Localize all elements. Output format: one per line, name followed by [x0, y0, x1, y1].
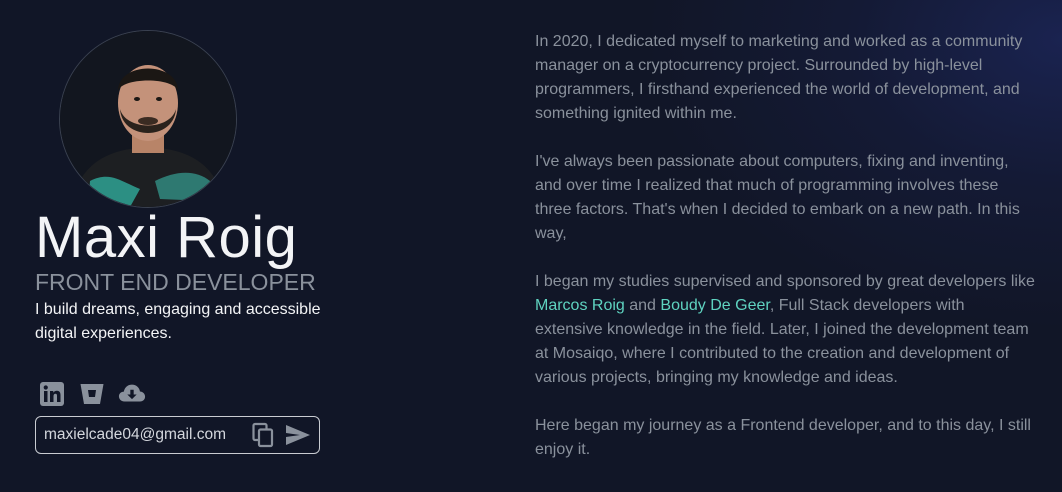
about-paragraph-1: In 2020, I dedicated myself to marketing… [535, 33, 1023, 122]
profile-tagline: I build dreams, engaging and accessible … [35, 301, 321, 342]
about-paragraph-3: I began my studies supervised and sponso… [535, 270, 1035, 390]
link-marcos-roig[interactable]: Marcos Roig [535, 297, 625, 314]
avatar [59, 30, 237, 208]
profile-panel: Maxi Roig FRONT END DEVELOPER I build dr… [35, 0, 455, 492]
email-field[interactable]: maxielcade04@gmail.com [35, 416, 320, 454]
bitbucket-icon[interactable] [78, 380, 106, 408]
cloud-download-icon[interactable] [118, 380, 146, 408]
email-address[interactable]: maxielcade04@gmail.com [44, 426, 251, 444]
profile-role: FRONT END DEVELOPER [35, 269, 316, 295]
about-p3-start: I began my studies supervised and sponso… [535, 273, 1035, 290]
about-p3-and: and [624, 297, 661, 314]
about-paragraph-4: Here began my journey as a Frontend deve… [535, 417, 1031, 458]
linkedin-icon[interactable] [38, 380, 66, 408]
about-section: In 2020, I dedicated myself to marketing… [535, 30, 1035, 486]
link-boudy-de-geer[interactable]: Boudy De Geer [660, 297, 769, 314]
send-icon[interactable] [285, 424, 311, 446]
about-paragraph-2: I've always been passionate about comput… [535, 153, 1020, 242]
copy-icon[interactable] [251, 422, 275, 448]
profile-name: Maxi Roig [35, 205, 298, 270]
social-links [38, 380, 146, 408]
